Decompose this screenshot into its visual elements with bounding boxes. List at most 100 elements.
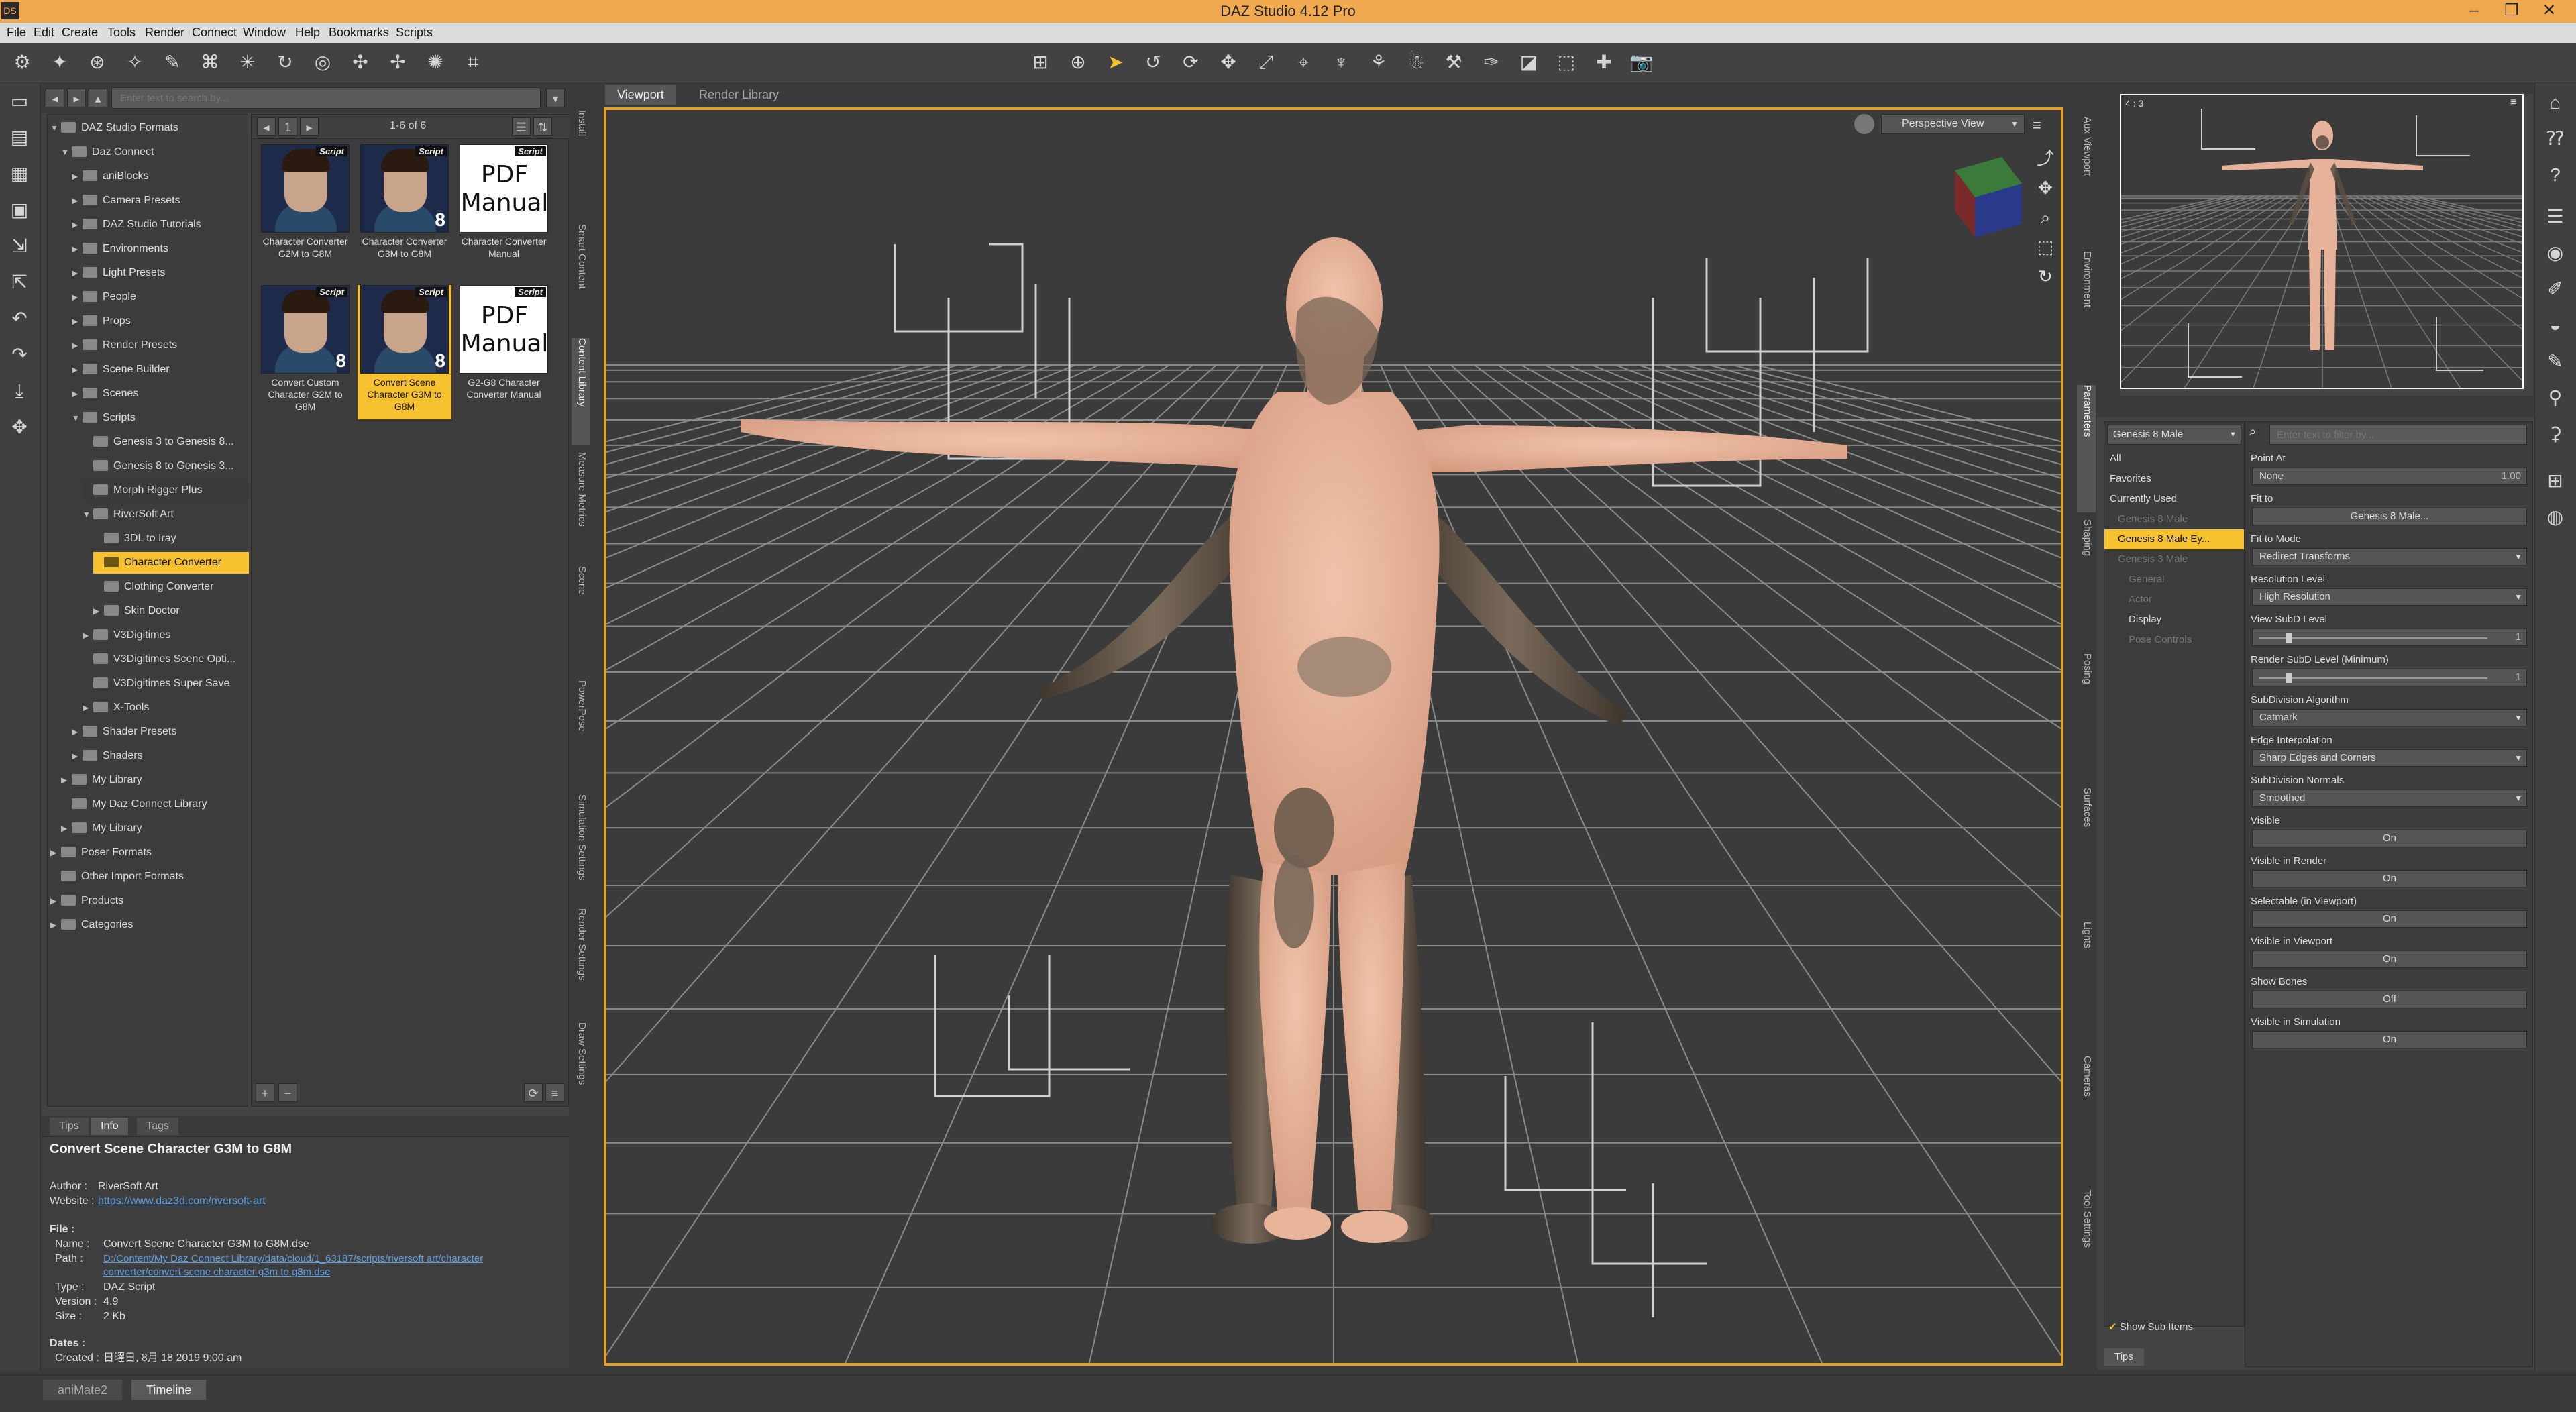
property-group-item[interactable]: Genesis 3 Male — [2104, 549, 2244, 569]
property-dropdown[interactable]: High Resolution — [2252, 588, 2527, 606]
property-value[interactable]: On — [2252, 870, 2527, 887]
tab-tips-params[interactable]: Tips — [2104, 1348, 2144, 1366]
collapsed-arrow-icon[interactable]: ▶ — [72, 190, 83, 211]
collapsed-arrow-icon[interactable]: ▶ — [72, 383, 83, 404]
side-tab[interactable]: Render Settings — [572, 908, 590, 1016]
show-sub-items-checkbox[interactable]: ✔ Show Sub Items — [2108, 1321, 2243, 1333]
geometry-tool-icon[interactable]: ✣ — [347, 50, 373, 75]
open-file-icon[interactable]: ▤ — [7, 125, 32, 150]
tree-item[interactable]: ▶ Categories — [50, 914, 249, 936]
side-tab[interactable]: Surfaces — [2077, 788, 2096, 915]
3d-viewport[interactable]: Perspective View ▼ ≡ ⤴ ✥ ⌕ ⬚ ↻ — [604, 107, 2063, 1366]
universal-tool-icon[interactable]: ⊕ — [1065, 50, 1091, 75]
collapsed-arrow-icon[interactable]: ▶ — [50, 842, 61, 863]
render-tool-icon[interactable]: ⬚ — [1554, 50, 1579, 75]
path-link-2[interactable]: converter/convert scene character g3m to… — [103, 1266, 331, 1279]
crop-tool-icon[interactable]: ⌗ — [460, 50, 486, 75]
tree-item[interactable]: Genesis 3 to Genesis 8... — [83, 431, 249, 453]
node-selector-dropdown[interactable]: Genesis 8 Male ▼ — [2107, 425, 2241, 445]
tab-render-library[interactable]: Render Library — [687, 85, 791, 105]
tree-item[interactable]: 3DL to Iray — [93, 528, 249, 549]
aux-viewport[interactable]: 4 : 3 ≡ — [2120, 94, 2524, 389]
collapsed-arrow-icon[interactable]: ▶ — [72, 745, 83, 767]
search-options-icon[interactable]: ▾ — [546, 89, 565, 107]
tree-item[interactable]: ▶ Shader Presets — [72, 721, 249, 743]
collapsed-arrow-icon[interactable]: ▶ — [50, 890, 61, 912]
scale-tool-icon[interactable]: ⤢ — [1253, 50, 1279, 75]
property-group-item[interactable]: General — [2104, 569, 2244, 590]
refresh-icon[interactable]: ⟳ — [524, 1083, 543, 1102]
menu-file[interactable]: File — [7, 25, 26, 40]
figure-tool-icon[interactable]: ✦ — [47, 50, 72, 75]
tree-item[interactable]: ▶ aniBlocks — [72, 166, 249, 187]
tree-item[interactable]: ▼ RiverSoft Art — [83, 504, 249, 525]
merge-icon[interactable]: ▦ — [7, 161, 32, 186]
tree-item[interactable]: ▶ Camera Presets — [72, 190, 249, 211]
tree-item[interactable]: ▶ Props — [72, 311, 249, 332]
property-group-item[interactable]: All — [2104, 449, 2244, 469]
scene-tool-icon[interactable]: ⚙ — [9, 50, 35, 75]
drop-to-floor-icon[interactable]: ⤓ — [7, 378, 32, 404]
menu-render[interactable]: Render — [145, 25, 184, 40]
property-value[interactable]: On — [2252, 951, 2527, 968]
slider-handle[interactable] — [2286, 633, 2292, 643]
side-tab[interactable]: Shaping — [2077, 519, 2096, 647]
draw-style-icon[interactable] — [1854, 114, 1874, 134]
collapsed-arrow-icon[interactable]: ▶ — [72, 262, 83, 284]
lasso-icon[interactable]: ⚳ — [2542, 421, 2568, 447]
collapsed-arrow-icon[interactable]: ▶ — [83, 697, 93, 718]
tree-item[interactable]: ▶ X-Tools — [83, 697, 249, 718]
bone-tool-icon[interactable]: ♆ — [1328, 50, 1354, 75]
property-group-item[interactable]: Pose Controls — [2104, 630, 2244, 650]
layout-icon[interactable]: ⊞ — [2542, 468, 2568, 494]
help-cursor-icon[interactable]: ⁇ — [2542, 126, 2568, 152]
menu-help[interactable]: Help — [295, 25, 320, 40]
asset-tile[interactable]: Script Character Converter G2M to G8M — [258, 144, 352, 278]
collapsed-arrow-icon[interactable]: ▶ — [50, 914, 61, 936]
property-group-item[interactable]: Display — [2104, 610, 2244, 630]
redo-icon[interactable]: ↷ — [7, 342, 32, 368]
node-tool-icon[interactable]: ⌘ — [197, 50, 223, 75]
side-tab[interactable]: Simulation Settings — [572, 794, 590, 902]
page-prev-icon[interactable]: ◂ — [257, 117, 276, 136]
select-grid-icon[interactable]: ⊞ — [1028, 50, 1053, 75]
tab-tips[interactable]: Tips — [50, 1118, 89, 1135]
tree-item[interactable]: ▶ Skin Doctor — [93, 600, 249, 622]
forward-icon[interactable]: ▸ — [67, 89, 86, 107]
export-icon[interactable]: ⇱ — [7, 270, 32, 295]
weight-map-icon[interactable]: ✑ — [1479, 50, 1504, 75]
tree-item[interactable]: Other Import Formats — [50, 866, 249, 887]
perspective-view-dropdown[interactable]: Perspective View ▼ — [1881, 114, 2025, 134]
path-link-1[interactable]: D:/Content/My Daz Connect Library/data/c… — [103, 1252, 483, 1266]
menu-scripts[interactable]: Scripts — [396, 25, 433, 40]
collapsed-arrow-icon[interactable]: ▶ — [61, 818, 72, 839]
pointer-tool-icon[interactable]: ➤ — [1103, 50, 1128, 75]
property-value[interactable]: Genesis 8 Male... — [2252, 508, 2527, 525]
asset-tile[interactable]: 8 Script Convert Custom Character G2M to G… — [258, 285, 352, 419]
view-cube[interactable] — [1955, 157, 2022, 237]
pen-icon[interactable]: ✎ — [2542, 349, 2568, 374]
expanded-arrow-icon[interactable]: ▼ — [50, 117, 61, 139]
property-slider[interactable]: 1 — [2252, 669, 2527, 686]
tab-timeline[interactable]: Timeline — [131, 1380, 207, 1400]
menu-create[interactable]: Create — [62, 25, 98, 40]
spot-tool-icon[interactable]: ✧ — [122, 50, 148, 75]
record-icon[interactable]: ◉ — [2542, 240, 2568, 266]
remove-asset-icon[interactable]: − — [278, 1083, 297, 1102]
menu-connect[interactable]: Connect — [192, 25, 237, 40]
content-search-input[interactable] — [111, 87, 541, 109]
back-icon[interactable]: ◂ — [46, 89, 64, 107]
property-value[interactable]: On — [2252, 830, 2527, 847]
collapsed-arrow-icon[interactable]: ▶ — [72, 335, 83, 356]
tree-item[interactable]: V3Digitimes Scene Opti... — [83, 649, 249, 670]
page-first-icon[interactable]: 1 — [278, 117, 297, 136]
add-asset-icon[interactable]: + — [256, 1083, 274, 1102]
surface-tool-icon[interactable]: ◪ — [1516, 50, 1542, 75]
side-tab[interactable]: Cameras — [2077, 1056, 2096, 1183]
panel-icon[interactable]: ☰ — [2542, 204, 2568, 229]
side-tab[interactable]: Parameters — [2077, 385, 2096, 512]
side-tab[interactable]: Scene — [572, 566, 590, 673]
tree-item[interactable]: ▶ DAZ Studio Tutorials — [72, 214, 249, 235]
property-dropdown[interactable]: Redirect Transforms — [2252, 548, 2527, 565]
tree-item[interactable]: ▶ Scenes — [72, 383, 249, 404]
